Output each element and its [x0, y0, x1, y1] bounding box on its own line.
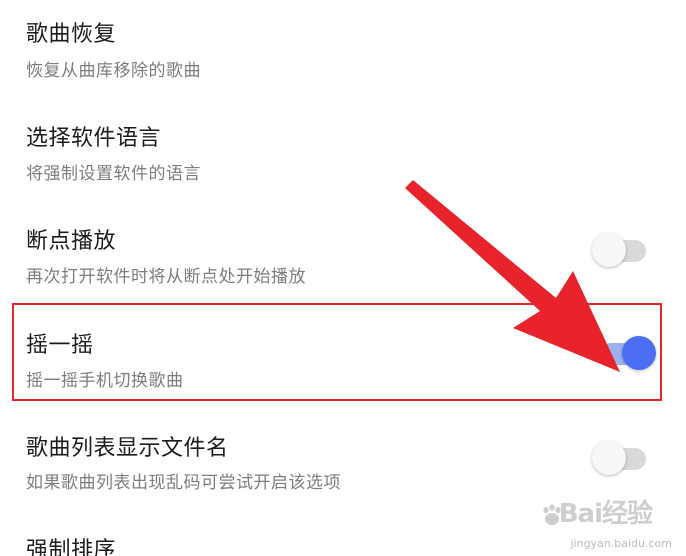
setting-title: 歌曲列表显示文件名 [26, 436, 229, 461]
watermark-url: jingyan.baidu.com [570, 537, 672, 550]
setting-title: 歌曲恢复 [26, 22, 117, 47]
setting-title: 强制排序 [26, 538, 117, 556]
setting-shake[interactable]: 摇一摇 摇一摇手机切换歌曲 [0, 312, 686, 412]
toggle-knob [592, 441, 626, 475]
setting-title: 断点播放 [26, 229, 117, 254]
setting-song-restore[interactable]: 歌曲恢复 恢复从曲库移除的歌曲 [0, 0, 686, 100]
setting-subtitle: 摇一摇手机切换歌曲 [26, 371, 184, 391]
resume-playback-toggle[interactable] [592, 233, 646, 267]
toggle-knob [592, 233, 626, 267]
setting-title: 选择软件语言 [26, 126, 162, 151]
setting-subtitle: 如果歌曲列表出现乱码可尝试开启该选项 [26, 473, 341, 493]
setting-subtitle: 再次打开软件时将从断点处开始播放 [26, 267, 306, 287]
settings-screen: 歌曲恢复 恢复从曲库移除的歌曲 选择软件语言 将强制设置软件的语言 断点播放 再… [0, 0, 686, 556]
show-filename-toggle[interactable] [592, 441, 646, 475]
toggle-knob [622, 336, 656, 370]
setting-resume-playback[interactable]: 断点播放 再次打开软件时将从断点处开始播放 [0, 208, 686, 308]
setting-subtitle: 恢复从曲库移除的歌曲 [26, 61, 201, 81]
setting-language[interactable]: 选择软件语言 将强制设置软件的语言 [0, 104, 686, 204]
watermark-logo: Bai经验 [558, 499, 653, 529]
shake-toggle[interactable] [600, 336, 656, 370]
setting-title: 摇一摇 [26, 333, 94, 358]
setting-subtitle: 将强制设置软件的语言 [26, 164, 201, 184]
